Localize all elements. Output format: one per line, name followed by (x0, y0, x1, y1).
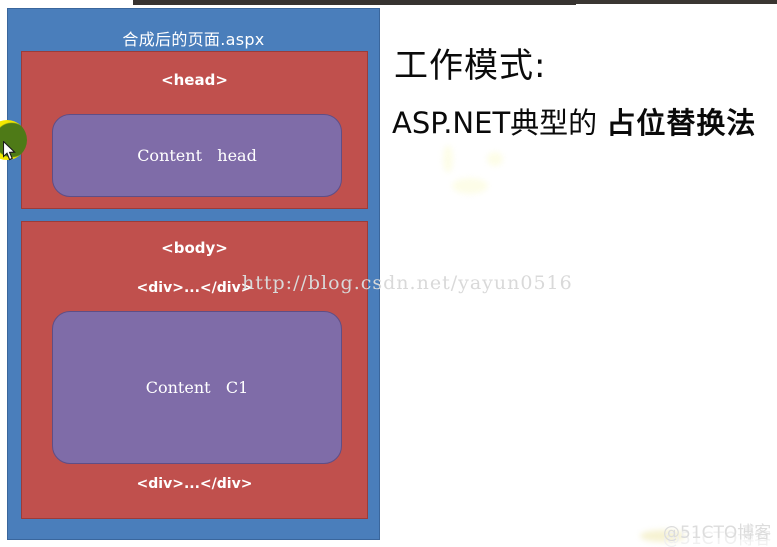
heading-aspnet-pattern: ASP.NET典型的 占位替换法 (392, 100, 756, 142)
content-placeholder-head: Content head (52, 114, 342, 197)
heading-sub-emphasis: 占位替换法 (606, 106, 757, 140)
body-section-label: <body> (161, 239, 228, 257)
artifact-smudge (640, 530, 686, 542)
content-placeholder-c1-label: Content C1 (145, 378, 249, 397)
slide-screen: 合成后的页面.aspx <head> Content head <body> <… (0, 0, 777, 547)
page-aspx-box: 合成后的页面.aspx <head> Content head <body> <… (7, 8, 380, 540)
top-dark-bar (133, 0, 576, 5)
artifact-smudge (487, 152, 503, 166)
body-div-close-label: <div>...</div> (136, 476, 253, 492)
page-title: 合成后的页面.aspx (122, 30, 265, 49)
watermark-site-faded: @51CTO博客 (663, 529, 772, 547)
heading-sub-prefix: ASP.NET典型的 (392, 106, 607, 140)
body-section-box: <body> <div>...</div> Content C1 <div>..… (21, 221, 368, 519)
artifact-smudge (452, 178, 488, 194)
top-dark-bar-right (576, 0, 777, 4)
mouse-pointer-icon (2, 140, 17, 161)
watermark-site: @51CTO博客 (663, 523, 772, 543)
body-div-open-label: <div>...</div> (136, 280, 253, 296)
content-placeholder-head-label: Content head (137, 146, 257, 165)
head-section-box: <head> Content head (21, 51, 368, 209)
artifact-smudge (443, 145, 453, 173)
heading-working-mode: 工作模式: (394, 46, 547, 86)
content-placeholder-c1: Content C1 (52, 311, 342, 464)
head-section-label: <head> (161, 71, 228, 89)
